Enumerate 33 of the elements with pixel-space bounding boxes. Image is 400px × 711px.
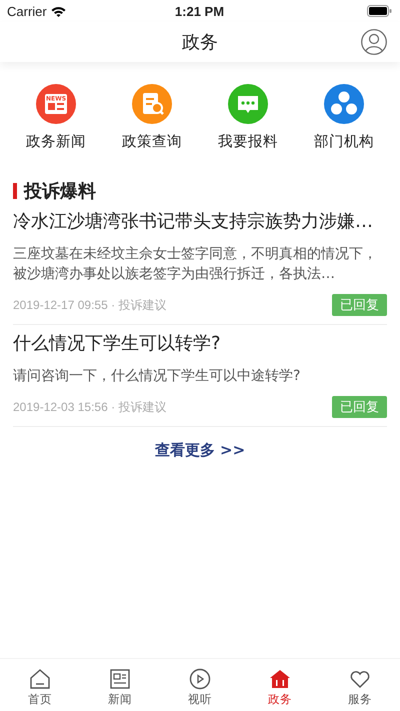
shortcut-button[interactable]: 我要报料 <box>218 132 278 151</box>
tab-item[interactable]: 首页 <box>10 659 70 707</box>
carrier-label: Carrier <box>7 4 47 18</box>
house-icon <box>269 668 291 690</box>
heart-icon <box>349 668 371 690</box>
page-title: 政务 <box>182 31 218 54</box>
report-meta: 2019-12-17 09:55 · 投诉建议 <box>13 296 166 314</box>
status-badge: 已回复 <box>332 396 387 418</box>
tab-item[interactable]: 服务 <box>330 659 390 707</box>
battery-icon <box>366 5 392 17</box>
shortcut-button[interactable]: 政策查询 <box>122 132 182 151</box>
wifi-icon <box>50 6 66 16</box>
tab-item[interactable]: 视听 <box>170 659 230 707</box>
report-title[interactable]: 什么情况下学生可以转学? <box>13 331 387 357</box>
report-meta: 2019-12-03 15:56 · 投诉建议 <box>13 398 166 416</box>
home-icon <box>29 668 51 690</box>
newspaper-icon <box>109 668 131 690</box>
clock-time: 1:21 PM <box>174 4 224 18</box>
chat-icon <box>228 84 268 124</box>
play-icon <box>189 668 211 690</box>
section-title: 投诉爆料 <box>24 180 96 203</box>
report-summary: 三座坟墓在未经坟主佘女士签字同意，不明真相的情况下，被沙塘湾办事处以族老签字为由强行拆迁，各执法… <box>13 245 378 284</box>
tab-item[interactable]: 政务 <box>250 659 310 707</box>
report-title[interactable]: 冷水江沙塘湾张书记带头支持宗族势力涉嫌… <box>13 209 387 235</box>
report-summary: 请问咨询一下，什么情况下学生可以中途转学? <box>13 367 302 386</box>
organization-icon <box>324 84 364 124</box>
more-link[interactable]: 查看更多 >> <box>154 441 246 460</box>
status-badge: 已回复 <box>332 294 387 316</box>
tab-item[interactable]: 新闻 <box>90 659 150 707</box>
shortcut-button[interactable]: 部门机构 <box>314 132 374 151</box>
user-avatar-icon[interactable] <box>361 29 387 55</box>
clipboard-search-icon <box>132 84 172 124</box>
shortcut-button[interactable]: 政务新闻 <box>26 132 86 151</box>
